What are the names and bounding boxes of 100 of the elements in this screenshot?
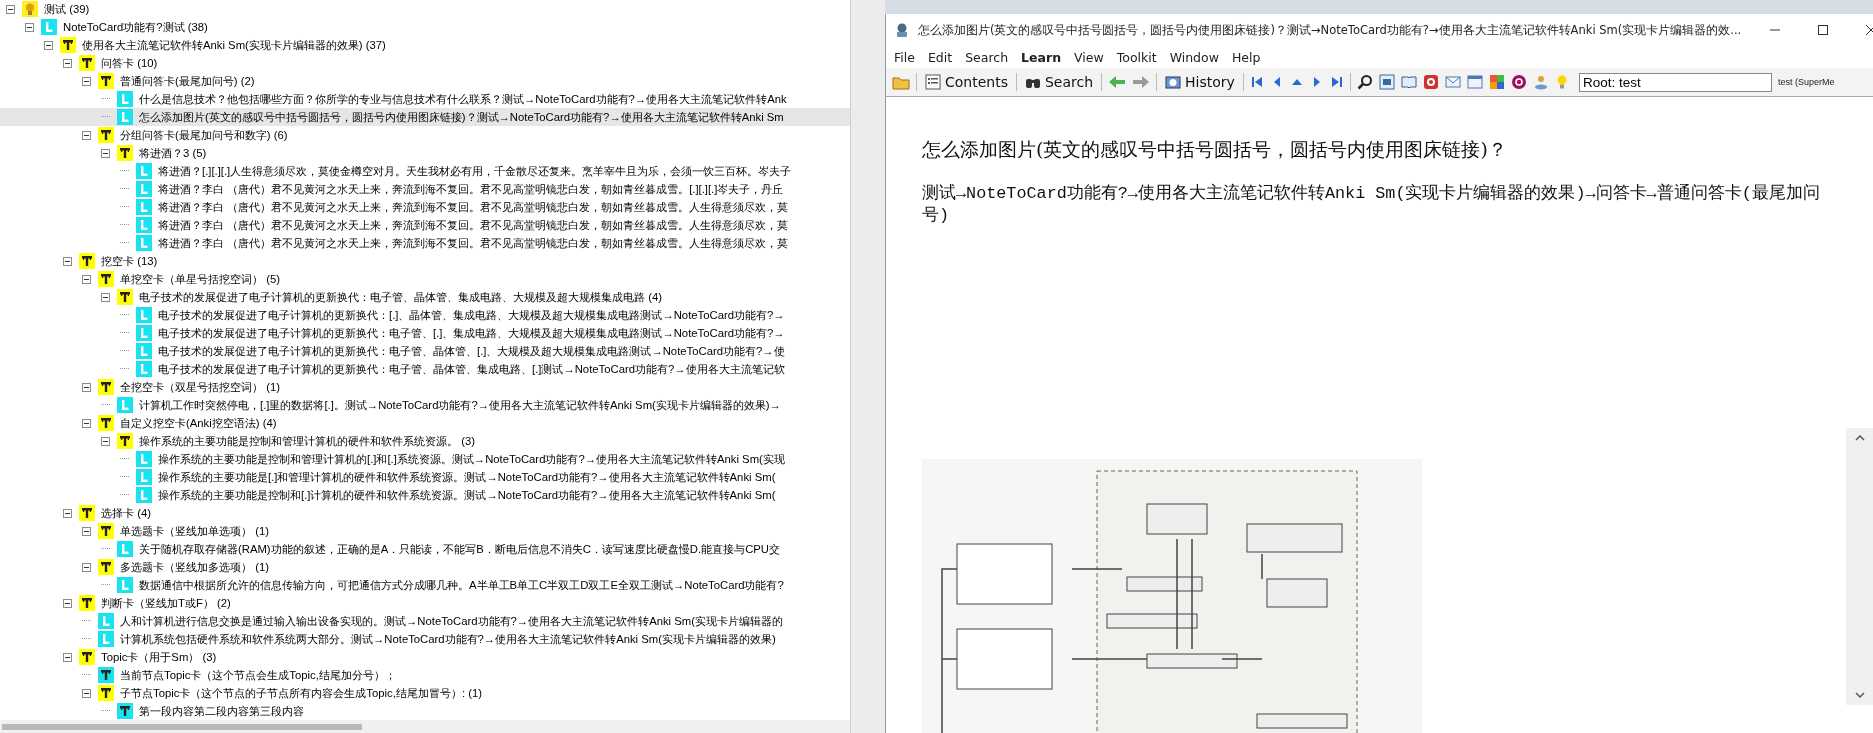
expand-toggle[interactable] (82, 76, 91, 86)
tree-item[interactable]: 将进酒？李白 （唐代）君不见黄河之水天上来，奔流到海不复回。君不见高堂明镜悲白发，朝如青丝暮成雪。人生得意须尽欢，莫 (158, 235, 789, 251)
first-icon[interactable] (1249, 75, 1264, 89)
topic-icon (98, 73, 114, 89)
expand-toggle[interactable] (82, 382, 91, 392)
card-heading: 怎么添加图片(英文的感叹号中括号圆括号，圆括号内使用图床链接)？ (922, 137, 1508, 162)
topic-icon (79, 253, 95, 269)
menu-item[interactable]: Learn (1021, 49, 1062, 65)
contents-button[interactable]: Contents (923, 74, 1010, 90)
maximize-icon[interactable] (1817, 24, 1829, 36)
menu-item[interactable]: Edit (927, 49, 953, 65)
help-icon[interactable] (1510, 74, 1527, 90)
tree-item[interactable]: 分组问答卡(最尾加问号和数字) (6) (120, 127, 288, 143)
item-icon (117, 397, 133, 413)
tree-item[interactable]: 普通问答卡(最尾加问号) (2) (120, 73, 255, 89)
item-icon (41, 19, 57, 35)
dictionary-icon[interactable] (1378, 74, 1395, 90)
tree-item[interactable]: 单挖空卡（单星号括挖空词） (5) (120, 271, 280, 287)
search-icon[interactable] (1356, 74, 1373, 90)
tree-item[interactable]: 将进酒？李白 （唐代）君不见黄河之水天上来，奔流到海不复回。君不见高堂明镜悲白发，朝如青丝暮成雪。人生得意须尽欢，莫 (158, 199, 789, 215)
tree-item[interactable]: 当前节点Topic卡（这个节点会生成Topic,结尾加分号）； (120, 667, 396, 683)
expand-toggle[interactable] (63, 256, 72, 266)
tree-item[interactable]: 电子技术的发展促进了电子计算机的更新换代：[.]、晶体管、集成电路、大规模及超大规模集成电路测试→NoteToCard功能有?→ (158, 307, 785, 323)
topic-icon (98, 559, 114, 575)
expand-toggle[interactable] (82, 130, 91, 140)
tree-item[interactable]: 判断卡（竖线加T或F） (2) (101, 595, 231, 611)
scrollbar[interactable] (1846, 428, 1873, 705)
tree-item[interactable]: 单选题卡（竖线加单选项） (1) (120, 523, 269, 539)
tree-item[interactable]: 选择卡 (4) (101, 505, 151, 521)
list-icon (925, 74, 941, 90)
menu-item[interactable]: Window (1169, 49, 1219, 65)
tree-item[interactable]: 电子技术的发展促进了电子计算机的更新换代：电子管、晶体管、集成电路、大规模及超大规模集成电路 (4) (139, 289, 662, 305)
expand-toggle[interactable] (82, 526, 91, 536)
tree-item[interactable]: 将进酒？[.][.][.]人生得意须尽欢，莫使金樽空对月。天生我材必有用，千金散尽还复来。烹羊宰牛且为乐，会须一饮三百杯。岑夫子 (158, 163, 792, 179)
menu-item[interactable]: Search (965, 49, 1009, 65)
expand-toggle[interactable] (101, 292, 110, 302)
tree-item[interactable]: 数据通信中根据所允许的信息传输方向，可把通信方式分成哪几种。A半单工B单工C半双工D双工E全双工测试→NoteToCard功能有? (139, 577, 784, 593)
expand-toggle[interactable] (101, 436, 110, 446)
tree-item[interactable]: 电子技术的发展促进了电子计算机的更新换代：电子管、[.]、集成电路、大规模及超大规模集成电路测试→NoteToCard功能有?→ (158, 325, 785, 341)
topic-icon (60, 37, 76, 53)
expand-toggle[interactable] (63, 58, 72, 68)
tree-item[interactable]: 电子技术的发展促进了电子计算机的更新换代：电子管、晶体管、[.]、大规模及超大规模集成电路测试→NoteToCard功能有?→使 (158, 343, 785, 359)
tree-item[interactable]: 关于随机存取存储器(RAM)功能的叙述，正确的是A．只能读，不能写B．断电后信息不消失C．读写速度比硬盘慢D.能直接与CPU交 (139, 541, 780, 557)
tree-item[interactable]: 全挖空卡（双星号括挖空词） (1) (120, 379, 280, 395)
expand-toggle[interactable] (6, 4, 15, 14)
tree-item[interactable]: 电子技术的发展促进了电子计算机的更新换代：电子管、晶体管、集成电路、[.]测试→NoteToCard功能有?→使用各大主流笔记软 (158, 361, 785, 377)
tree-item[interactable]: Topic卡（用于Sm） (3) (101, 649, 217, 665)
tree-item[interactable]: 自定义挖空卡(Anki挖空语法) (4) (120, 415, 277, 431)
tree-item[interactable]: 操作系统的主要功能是控制和[.]计算机的硬件和软件系统资源。测试→NoteToCard功能有?→使用各大主流笔记软件转Anki Sm( (158, 487, 776, 503)
search-button[interactable]: Search (1023, 74, 1096, 90)
scrollbar-thumb[interactable] (2, 723, 362, 730)
tree-item[interactable]: 操作系统的主要功能是控制和管理计算机的硬件和软件系统资源。 (3) (139, 433, 475, 449)
tree-item[interactable]: 测试 (39) (44, 1, 90, 17)
menu-item[interactable]: File (894, 49, 915, 65)
tree-item[interactable]: 问答卡 (10) (101, 55, 158, 71)
expand-toggle[interactable] (101, 148, 110, 158)
tree-item[interactable]: 多选题卡（竖线加多选项） (1) (120, 559, 269, 575)
last-icon[interactable] (1329, 75, 1344, 89)
person-icon[interactable] (1532, 74, 1549, 90)
menu-item[interactable]: Help (1231, 49, 1261, 65)
item-icon (117, 577, 133, 593)
tree-item[interactable]: 人和计算机进行信息交换是通过输入输出设备实现的。测试→NoteToCard功能有?→使用各大主流笔记软件转Anki Sm(实现卡片编辑器的 (120, 613, 783, 629)
tree-item[interactable]: 操作系统的主要功能是控制和管理计算机的[.]和[.]系统资源。测试→NoteToCard功能有?→使用各大主流笔记软件转Anki Sm(实现 (158, 451, 785, 467)
tree-item[interactable]: 将进酒？李白 （唐代）君不见黄河之水天上来，奔流到海不复回。君不见高堂明镜悲白发，朝如青丝暮成雪。人生得意须尽欢，莫 (158, 217, 789, 233)
close-icon[interactable] (1865, 24, 1873, 36)
tree-item[interactable]: 使用各大主流笔记软件转Anki Sm(实现卡片编辑器的效果) (37) (82, 37, 386, 53)
grid-icon[interactable] (1488, 74, 1505, 90)
tree-item[interactable]: 计算机系统包括硬件系统和软件系统两大部分。测试→NoteToCard功能有?→使用各大主流笔记软件转Anki Sm(实现卡片编辑器的效果) (120, 631, 776, 647)
tree-item[interactable]: 将进酒？李白 （唐代）君不见黄河之水天上来，奔流到海不复回。君不见高堂明镜悲白发，朝如青丝暮成雪。[.][.][.]岑夫子，丹丘 (158, 181, 784, 197)
expand-toggle[interactable] (82, 688, 91, 698)
history-button[interactable]: History (1163, 74, 1237, 90)
expand-toggle[interactable] (63, 652, 72, 662)
book-icon[interactable] (1400, 74, 1417, 90)
tree-item[interactable]: 第一段内容第二段内容第三段内容 (139, 703, 304, 719)
tree-item[interactable]: 什么是信息技术？他包括哪些方面？你所学的专业与信息技术有什么联系？测试→NoteToCard功能有?→使用各大主流笔记软件转Ank (139, 91, 787, 107)
item-icon (98, 631, 114, 647)
topic-icon (98, 667, 114, 683)
tile-icon[interactable] (1422, 74, 1439, 90)
expand-toggle[interactable] (82, 418, 91, 428)
menu-item[interactable]: View (1074, 49, 1104, 65)
tree-item[interactable]: 将进酒？3 (5) (139, 145, 207, 161)
window-icon[interactable] (1466, 74, 1483, 90)
tree-item[interactable]: NoteToCard功能有?测试 (38) (63, 19, 208, 35)
expand-toggle[interactable] (63, 598, 72, 608)
tree-item[interactable]: 操作系统的主要功能是[.]和管理计算机的硬件和软件系统资源。测试→NoteToCard功能有?→使用各大主流笔记软件转Anki Sm( (158, 469, 776, 485)
expand-toggle[interactable] (63, 508, 72, 518)
expand-toggle[interactable] (82, 274, 91, 284)
clock-icon (1165, 74, 1182, 90)
item-icon (136, 163, 152, 179)
topic-icon (98, 415, 114, 431)
expand-toggle[interactable] (82, 562, 91, 572)
tree-item[interactable]: 计算机工作时突然停电，[.]里的数据将[.]。测试→NoteToCard功能有?→使用各大主流笔记软件转Anki Sm(实现卡片编辑器的效果)→ (139, 397, 781, 413)
tree-item[interactable]: 子节点Topic卡（这个节点的子节点所有内容会生成Topic,结尾加冒号）: (1) (120, 685, 482, 701)
root-field[interactable]: Root: test (1578, 72, 1772, 92)
forward-arrow-icon[interactable] (1132, 75, 1151, 89)
expand-toggle[interactable] (25, 22, 34, 32)
menu-item[interactable]: Toolkit (1116, 49, 1157, 65)
expand-toggle[interactable] (44, 40, 53, 50)
mail-icon[interactable] (1444, 74, 1461, 90)
tree-item[interactable]: 挖空卡 (13) (101, 253, 158, 269)
